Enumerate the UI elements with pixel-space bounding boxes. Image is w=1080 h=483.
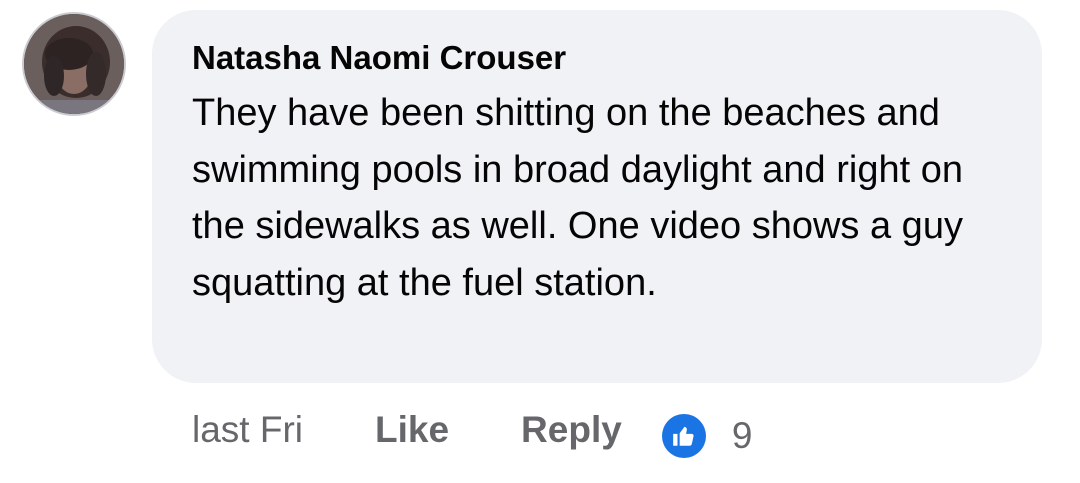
reply-button[interactable]: Reply <box>521 409 622 451</box>
comment-author[interactable]: Natasha Naomi Crouser <box>192 38 1002 78</box>
comment-timestamp[interactable]: last Fri <box>192 409 303 451</box>
comment: Natasha Naomi Crouser They have been shi… <box>0 0 1080 483</box>
avatar-photo <box>24 14 124 114</box>
thumbs-up-glyph <box>672 426 694 446</box>
thumbs-up-icon[interactable] <box>661 414 706 458</box>
comment-actions: last Fri Like Reply 9 <box>192 402 752 458</box>
like-button[interactable]: Like <box>375 409 449 451</box>
comment-bubble: Natasha Naomi Crouser They have been shi… <box>152 10 1042 383</box>
comment-text: They have been shitting on the beaches a… <box>192 92 963 304</box>
avatar[interactable] <box>22 12 126 116</box>
reaction-count[interactable]: 9 <box>732 415 753 457</box>
